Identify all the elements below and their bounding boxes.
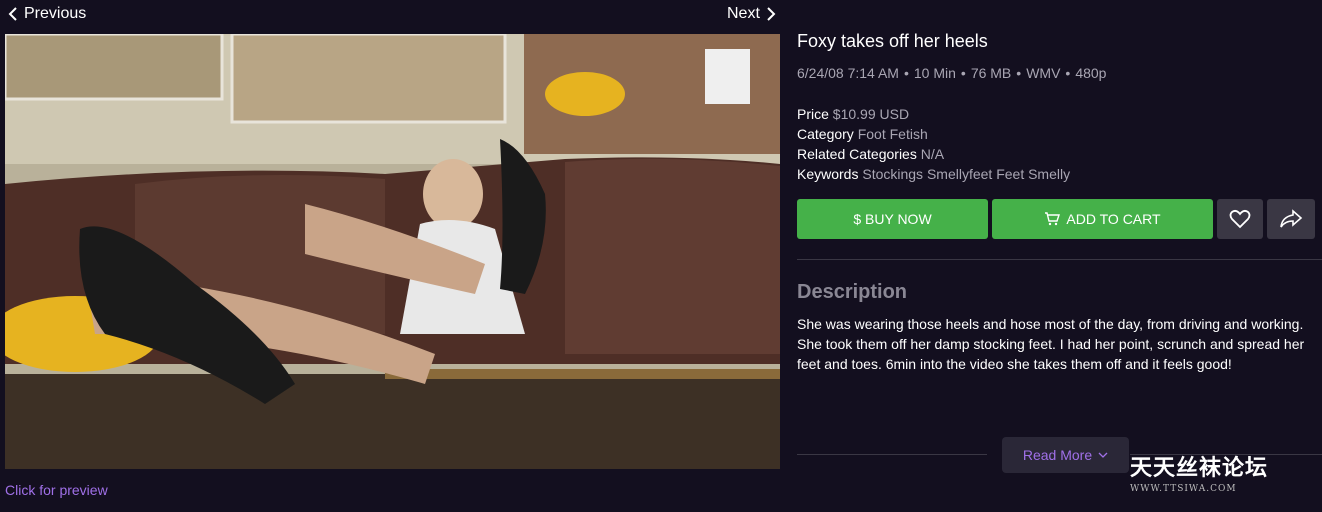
product-meta: 6/24/08 7:14 AM • 10 Min • 76 MB • WMV • 480p (797, 65, 1107, 81)
buy-now-button[interactable]: $ BUY NOW (797, 199, 988, 239)
chevron-down-icon (1098, 452, 1108, 458)
watermark-text: 天天丝袜论坛 (1130, 455, 1269, 481)
next-label: Next (727, 5, 760, 22)
favorite-button[interactable] (1217, 199, 1263, 239)
chevron-left-icon (8, 7, 17, 21)
previous-label: Previous (24, 5, 87, 22)
product-title: Foxy takes off her heels (797, 31, 988, 51)
description-heading: Description (797, 281, 908, 303)
keywords-row: Keywords Stockings Smellyfeet Feet Smell… (797, 166, 1071, 182)
share-button[interactable] (1267, 199, 1315, 239)
meta-size: 76 MB (970, 65, 1012, 81)
heart-icon (1229, 209, 1251, 229)
related-categories-row: Related Categories N/A (797, 146, 945, 162)
meta-resolution: 480p (1075, 65, 1107, 81)
watermark-url: WWW.TTSIWA.COM (1130, 484, 1237, 494)
category-row: Category Foot Fetish (797, 126, 928, 142)
meta-duration: 10 Min (913, 65, 956, 81)
share-icon (1280, 209, 1303, 228)
meta-date: 6/24/08 7:14 AM (797, 65, 899, 81)
previous-link[interactable]: Previous (8, 4, 86, 24)
price-row: Price $10.99 USD (797, 106, 910, 122)
click-for-preview-link[interactable]: Click for preview (5, 482, 108, 498)
read-more-button[interactable]: Read More (1002, 437, 1129, 473)
watermark: 天天丝袜论坛 WWW.TTSIWA.COM (1130, 450, 1268, 494)
section-divider (797, 259, 1322, 260)
read-more-divider-left (797, 454, 987, 455)
add-to-cart-button[interactable]: ADD TO CART (992, 199, 1213, 239)
related-categories-value: N/A (920, 146, 945, 162)
add-to-cart-label: ADD TO CART (1066, 211, 1161, 227)
description-text: She was wearing those heels and hose mos… (797, 316, 1305, 372)
category-value[interactable]: Foot Fetish (858, 126, 928, 142)
chevron-right-icon (767, 7, 776, 21)
read-more-label: Read More (1022, 447, 1093, 463)
meta-format: WMV (1026, 65, 1061, 81)
preview-photo (5, 34, 780, 469)
cart-icon (1045, 212, 1061, 226)
next-link[interactable]: Next (727, 4, 776, 24)
keywords-value[interactable]: Stockings Smellyfeet Feet Smelly (862, 166, 1070, 182)
product-info: Price $10.99 USD Category Foot Fetish Re… (797, 104, 1070, 184)
price-value: $10.99 USD (832, 106, 910, 122)
preview-image[interactable] (5, 34, 780, 469)
